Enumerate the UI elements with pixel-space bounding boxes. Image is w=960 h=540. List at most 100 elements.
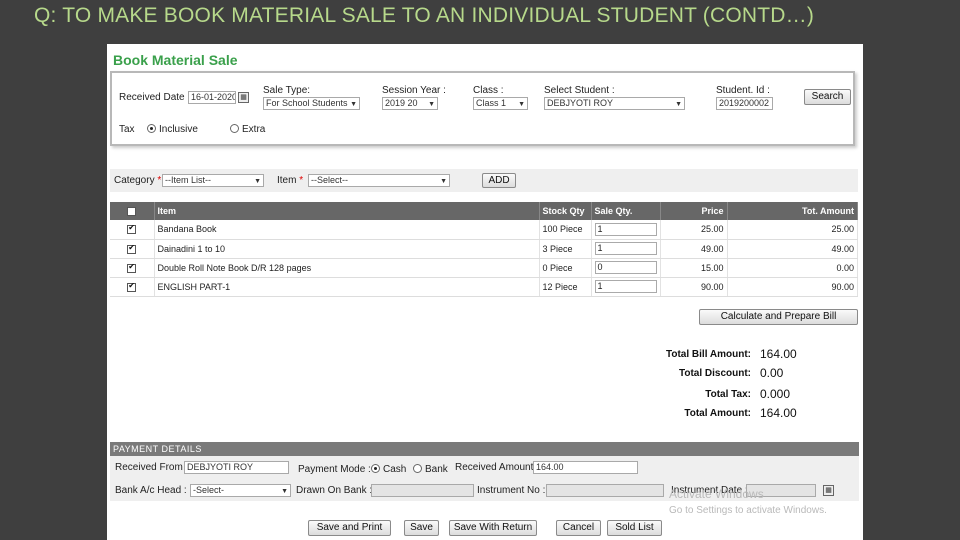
book-sale-screenshot: Book Material Sale Received Date : 16-01… (107, 44, 863, 540)
row-select-cell[interactable] (110, 277, 155, 297)
total-amount-value: 164.00 (760, 406, 797, 420)
total-discount-label: Total Discount: (678, 368, 751, 379)
row-select-cell[interactable] (110, 258, 155, 278)
required-mark: * (299, 175, 304, 186)
item-label: Item * (277, 175, 303, 186)
checkbox-checked-icon[interactable] (127, 262, 137, 273)
tax-extra-option[interactable]: Extra (230, 124, 265, 135)
category-label: Category * (114, 175, 161, 186)
bank-label: Bank (425, 464, 448, 475)
item-value: --Select-- (311, 175, 349, 185)
sale-type-select[interactable]: For School Students ▼ (263, 97, 360, 110)
payment-mode-bank-option[interactable]: Bank (413, 464, 448, 475)
select-student-select[interactable]: DEBJYOTI ROY ▼ (544, 97, 685, 110)
payment-mode-label: Payment Mode : (298, 464, 371, 475)
student-id-label: Student. Id : (716, 85, 770, 96)
sale-qty-input[interactable]: 0 (594, 261, 657, 274)
slide-title: Q: TO MAKE BOOK MATERIAL SALE TO AN INDI… (34, 4, 815, 27)
instrument-no-input[interactable] (546, 484, 664, 497)
row-select-cell[interactable] (110, 220, 155, 240)
cancel-button[interactable]: Cancel (556, 520, 601, 536)
item-cell: ENGLISH PART-1 (154, 277, 540, 297)
instrument-no-label: Instrument No : (477, 485, 546, 496)
checkbox-checked-icon[interactable] (127, 281, 137, 292)
row-select-cell[interactable] (110, 239, 155, 259)
category-item-bar: Category * --Item List-- ▼ Item * --Selec… (110, 169, 858, 192)
sale-type-label: Sale Type: (263, 85, 311, 96)
calendar-icon[interactable]: ▦ (238, 92, 249, 103)
payment-mode-cash-option[interactable]: Cash (371, 464, 406, 475)
price-cell: 90.00 (660, 277, 728, 297)
session-year-select[interactable]: 2019 20 ▼ (382, 97, 438, 110)
sale-qty-cell: 1 (591, 220, 661, 240)
search-button[interactable]: Search (804, 89, 851, 105)
header-price: Price (660, 202, 728, 220)
drawn-on-bank-input[interactable] (371, 484, 474, 497)
category-value: --Item List-- (165, 175, 211, 185)
radio-icon[interactable] (413, 464, 422, 473)
chevron-down-icon: ▼ (281, 488, 288, 495)
radio-icon[interactable] (230, 124, 239, 133)
table-header-row: Item Stock Qty Sale Qty. Price Tot. Amou… (110, 202, 858, 220)
sale-qty-cell: 0 (591, 258, 661, 278)
total-bill-label: Total Bill Amount: (666, 349, 751, 360)
payment-details-header: PAYMENT DETAILS (110, 442, 859, 456)
total-bill-value: 164.00 (760, 347, 797, 361)
sale-qty-input[interactable]: 1 (594, 222, 657, 236)
received-date-input[interactable]: 16-01-2020 (188, 91, 236, 104)
save-button[interactable]: Save (404, 520, 439, 536)
stock-cell: 0 Piece (539, 258, 592, 278)
bank-ac-head-value: -Select- (193, 485, 225, 495)
tax-label: Tax (119, 124, 135, 135)
sale-qty-cell: 1 (591, 239, 661, 259)
table-row: Dainadini 1 to 10 3 Piece 1 49.00 49.00 (110, 239, 858, 259)
category-select[interactable]: --Item List-- ▼ (162, 174, 264, 187)
calendar-icon[interactable]: ▦ (823, 485, 834, 496)
calculate-bill-button[interactable]: Calculate and Prepare Bill (699, 309, 858, 325)
student-id-input[interactable]: 2019200002 (716, 97, 773, 110)
table-row: Bandana Book 100 Piece 1 25.00 25.00 (110, 220, 858, 240)
checkbox-icon[interactable] (127, 207, 137, 217)
bank-ac-head-label: Bank A/c Head : (115, 485, 187, 496)
sale-qty-input[interactable]: 1 (594, 280, 657, 293)
stock-cell: 100 Piece (539, 220, 592, 240)
save-and-print-button[interactable]: Save and Print (308, 520, 391, 536)
table-row: Double Roll Note Book D/R 128 pages 0 Pi… (110, 258, 858, 278)
sale-qty-input[interactable]: 1 (594, 242, 657, 255)
table-row: ENGLISH PART-1 12 Piece 1 90.00 90.00 (110, 277, 858, 297)
price-cell: 15.00 (660, 258, 728, 278)
price-cell: 49.00 (660, 239, 728, 259)
chevron-down-icon: ▼ (350, 101, 357, 108)
form-heading: Book Material Sale (113, 52, 238, 68)
header-sale-qty: Sale Qty. (591, 202, 661, 220)
radio-selected-icon[interactable] (147, 124, 156, 133)
total-amount-label: Total Amount: (684, 408, 751, 419)
chevron-down-icon: ▼ (254, 178, 261, 185)
select-all-header[interactable] (110, 202, 155, 220)
item-cell: Dainadini 1 to 10 (154, 239, 540, 259)
class-label: Class : (473, 85, 504, 96)
total-tax-value: 0.000 (760, 387, 791, 401)
save-with-return-button[interactable]: Save With Return (449, 520, 537, 536)
bank-ac-head-select[interactable]: -Select- ▼ (190, 484, 291, 497)
radio-selected-icon[interactable] (371, 464, 380, 473)
session-year-label: Session Year : (382, 85, 446, 96)
item-select[interactable]: --Select-- ▼ (308, 174, 450, 187)
tax-inclusive-option[interactable]: Inclusive (147, 124, 198, 135)
student-selection-panel: Received Date : 16-01-2020 ▦ Sale Type: … (110, 71, 855, 146)
chevron-down-icon: ▼ (440, 178, 447, 185)
item-cell: Bandana Book (154, 220, 540, 240)
checkbox-checked-icon[interactable] (127, 223, 137, 235)
select-student-label: Select Student : (544, 85, 615, 96)
total-cell: 25.00 (727, 220, 858, 240)
sale-qty-cell: 1 (591, 277, 661, 297)
received-from-input[interactable]: DEBJYOTI ROY (184, 461, 289, 474)
sold-list-button[interactable]: Sold List (607, 520, 662, 536)
activate-windows-watermark: Activate Windows (669, 487, 764, 501)
checkbox-checked-icon[interactable] (127, 243, 137, 254)
total-cell: 90.00 (727, 277, 858, 297)
class-select[interactable]: Class 1 ▼ (473, 97, 528, 110)
cash-label: Cash (383, 464, 407, 475)
received-amount-input[interactable]: 164.00 (533, 461, 638, 474)
add-button[interactable]: ADD (482, 173, 516, 188)
